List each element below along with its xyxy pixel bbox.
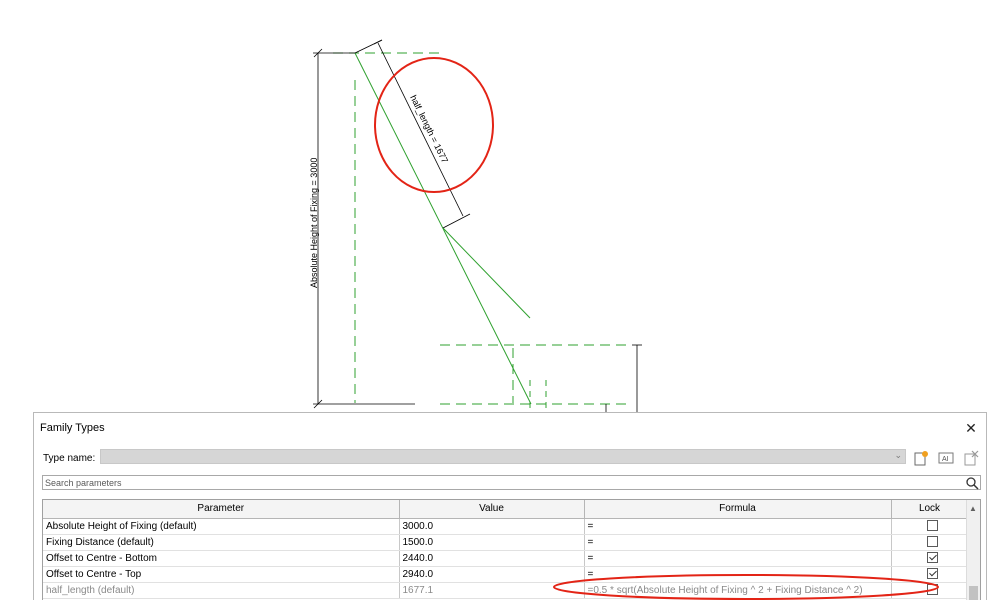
search-parameters-box — [42, 475, 981, 490]
svg-text:AI: AI — [942, 456, 949, 463]
lock-checkbox[interactable] — [926, 520, 938, 532]
chevron-down-icon: ⌄ — [894, 450, 902, 460]
parameter-cell[interactable]: Offset to Centre - Bottom — [43, 550, 400, 567]
parameter-cell[interactable]: Offset to Centre - Top — [43, 566, 400, 583]
value-cell[interactable]: 2940.0 — [399, 566, 585, 583]
height-dimension[interactable] — [313, 48, 415, 409]
column-header-value[interactable]: Value — [399, 500, 585, 519]
type-name-dropdown[interactable]: ⌄ — [100, 449, 906, 464]
table-row[interactable]: Offset to Centre - Bottom 2440.0 = — [43, 550, 969, 567]
lock-cell[interactable] — [891, 566, 969, 583]
formula-cell[interactable]: = — [584, 518, 892, 535]
table-scrollbar[interactable]: ▲ — [966, 500, 980, 600]
formula-cell[interactable]: = — [584, 550, 892, 567]
lock-cell[interactable] — [891, 518, 969, 535]
half-length-dimension-label: half_length = 1677 — [408, 93, 450, 164]
formula-cell[interactable]: =0.5 * sqrt(Absolute Height of Fixing ^ … — [584, 582, 892, 599]
scroll-thumb[interactable] — [969, 586, 978, 600]
dialog-title: Family Types — [40, 422, 105, 434]
table-row[interactable]: Absolute Height of Fixing (default) 3000.… — [43, 518, 969, 535]
value-cell[interactable]: 2440.0 — [399, 550, 585, 567]
search-input[interactable] — [43, 476, 953, 489]
parameter-cell[interactable]: Absolute Height of Fixing (default) — [43, 518, 400, 535]
close-icon[interactable]: ✕ — [962, 419, 980, 437]
family-types-dialog: Family Types ✕ Type name: ⌄ AI Search pa… — [33, 412, 987, 600]
highlight-ellipse-drawing — [374, 57, 494, 193]
lock-cell[interactable] — [891, 582, 969, 599]
search-icon[interactable] — [965, 476, 979, 490]
parameter-cell[interactable]: half_length (default) — [43, 582, 400, 599]
table-row[interactable]: Fixing Distance (default) 1500.0 = — [43, 534, 969, 551]
parameters-table: Parameter Value Formula Lock Absolute He… — [42, 499, 981, 600]
type-name-label: Type name: — [43, 453, 96, 464]
delete-type-icon[interactable] — [962, 449, 980, 467]
formula-cell[interactable]: = — [584, 534, 892, 551]
lock-cell[interactable] — [891, 550, 969, 567]
table-row[interactable]: half_length (default) 1677.1 =0.5 * sqrt(A… — [43, 582, 969, 599]
offset-dimension[interactable] — [605, 344, 642, 412]
scroll-up-icon[interactable]: ▲ — [969, 504, 977, 513]
new-type-icon[interactable] — [912, 449, 930, 467]
column-header-parameter[interactable]: Parameter — [43, 500, 400, 519]
column-header-formula[interactable]: Formula — [584, 500, 892, 519]
table-row[interactable]: Offset to Centre - Top 2940.0 = — [43, 566, 969, 583]
parameter-cell[interactable]: Fixing Distance (default) — [43, 534, 400, 551]
lock-checkbox[interactable] — [926, 552, 938, 564]
value-cell[interactable]: 3000.0 — [399, 518, 585, 535]
table-header: Parameter Value Formula Lock — [43, 500, 969, 519]
column-header-lock[interactable]: Lock — [891, 500, 969, 519]
value-cell[interactable]: 1500.0 — [399, 534, 585, 551]
value-cell[interactable]: 1677.1 — [399, 582, 585, 599]
lock-cell[interactable] — [891, 534, 969, 551]
half-length-dimension[interactable] — [354, 39, 471, 229]
lock-checkbox[interactable] — [926, 584, 938, 596]
rename-type-icon[interactable]: AI — [937, 449, 955, 467]
height-dimension-label: Absolute Height of Fixing = 3000 — [309, 158, 319, 288]
formula-cell[interactable]: = — [584, 566, 892, 583]
lock-checkbox[interactable] — [926, 536, 938, 548]
lock-checkbox[interactable] — [926, 568, 938, 580]
